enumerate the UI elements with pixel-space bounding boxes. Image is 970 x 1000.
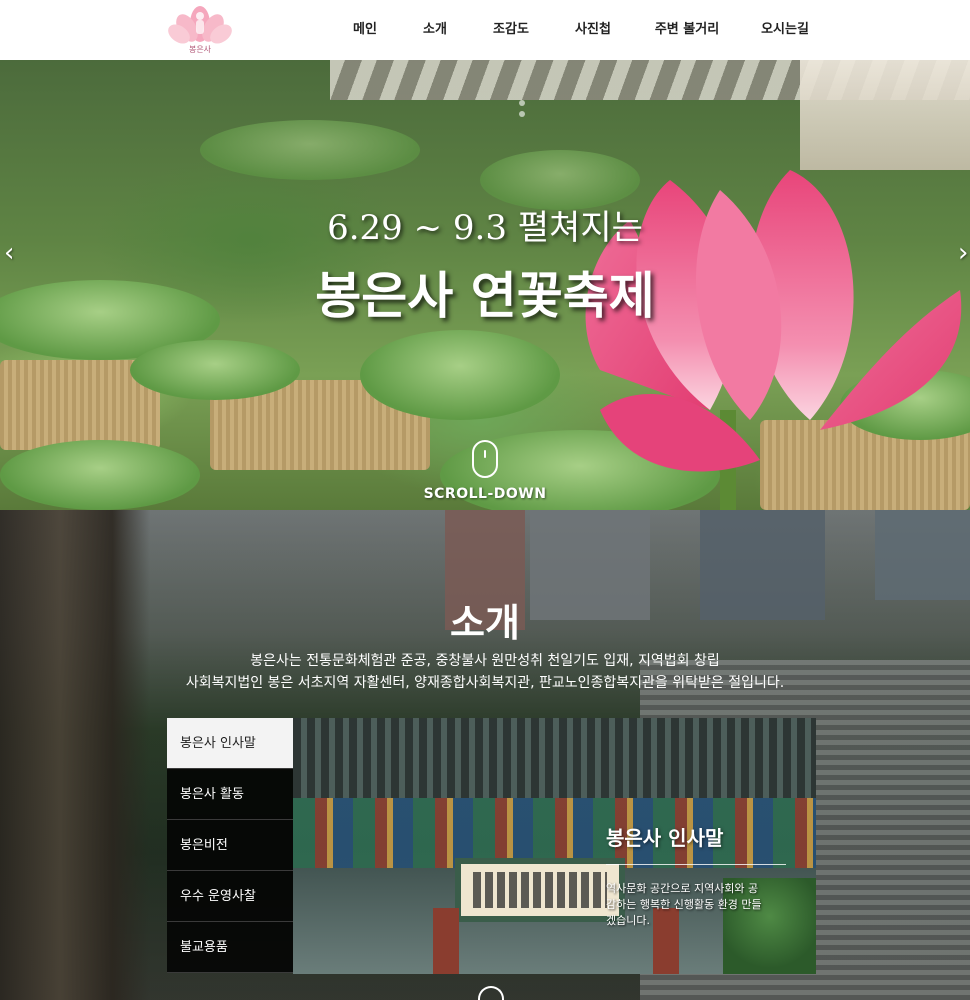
hero-bg-tent	[800, 60, 970, 170]
bg-building	[875, 510, 970, 600]
hero-bg-leaf	[130, 340, 300, 400]
intro-desc-line: 봉은사는 전통문화체험관 준공, 중창불사 원만성취 천일기도 입재, 지역법회…	[250, 653, 720, 669]
hero-title: 봉은사 연꽃축제	[315, 266, 655, 325]
nav-item-overview[interactable]: 조감도	[470, 0, 552, 60]
mouse-scroll-icon[interactable]	[478, 986, 504, 1000]
logo[interactable]: 봉은사	[167, 2, 233, 56]
tab-panel: 봉은사 인사말 역사문화 공간으로 지역사회와 공감하는 행복한 신행활동 환경…	[293, 718, 816, 974]
scroll-down-indicator[interactable]: SCROLL-DOWN	[0, 440, 970, 502]
nav-item-gallery[interactable]: 사진첩	[552, 0, 634, 60]
bg-tree-trunk	[0, 510, 150, 1000]
hero-subtitle: 6.29 ~ 9.3 펼쳐지는	[327, 208, 643, 248]
panel-divider	[606, 864, 786, 865]
nav-item-main[interactable]: 메인	[330, 0, 400, 60]
panel-text: 역사문화 공간으로 지역사회와 공감하는 행복한 신행활동 환경 만들겠습니다.	[606, 882, 762, 927]
tab-vision[interactable]: 봉은비전	[167, 820, 293, 871]
hero-bg-leaf	[360, 330, 560, 420]
prev-slide-arrow-icon[interactable]: ‹	[4, 238, 24, 268]
hero-bg-leaf	[200, 120, 420, 180]
intro-desc-line: 사회복지법인 봉은 서초지역 자활센터, 양재종합사회복지관, 판교노인종합복지…	[185, 675, 785, 691]
panel-title: 봉은사 인사말	[606, 826, 724, 850]
signboard-calligraphy	[473, 872, 607, 908]
temple-eaves-image	[293, 718, 816, 798]
intro-description: 봉은사는 전통문화체험관 준공, 중창불사 원만성취 천일기도 입재, 지역법회…	[0, 650, 970, 694]
slide-indicator	[519, 100, 527, 122]
temple-signboard-image	[455, 858, 625, 922]
nav-item-directions[interactable]: 오시는길	[740, 0, 830, 60]
slide-dot[interactable]	[519, 111, 525, 117]
tab-activities[interactable]: 봉은사 활동	[167, 769, 293, 820]
slide-dot[interactable]	[519, 100, 525, 106]
mouse-scroll-icon	[472, 440, 498, 478]
intro-title: 소개	[450, 601, 520, 645]
hero-slider: 6.29 ~ 9.3 펼쳐지는 봉은사 연꽃축제 ‹ › SCROLL-DOWN	[0, 60, 970, 510]
intro-section: 소개 봉은사는 전통문화체험관 준공, 중창불사 원만성취 천일기도 입재, 지…	[0, 510, 970, 1000]
site-header: 봉은사 메인 소개 조감도 사진첩 주변 볼거리 오시는길	[0, 0, 970, 60]
logo-text: 봉은사	[188, 45, 212, 54]
next-slide-arrow-icon[interactable]: ›	[958, 238, 970, 268]
lotus-logo-icon	[168, 6, 232, 44]
intro-tab-list: 봉은사 인사말 봉은사 활동 봉은비전 우수 운영사찰 불교용품	[167, 718, 293, 974]
scroll-down-label: SCROLL-DOWN	[423, 486, 547, 502]
tab-greeting[interactable]: 봉은사 인사말	[167, 718, 293, 769]
tab-excellent-temple[interactable]: 우수 운영사찰	[167, 871, 293, 922]
tab-buddhist-goods[interactable]: 불교용품	[167, 922, 293, 973]
nav-item-attractions[interactable]: 주변 볼거리	[634, 0, 740, 60]
temple-pillar	[433, 908, 459, 974]
main-nav: 메인 소개 조감도 사진첩 주변 볼거리 오시는길	[330, 0, 830, 60]
nav-item-intro[interactable]: 소개	[400, 0, 470, 60]
